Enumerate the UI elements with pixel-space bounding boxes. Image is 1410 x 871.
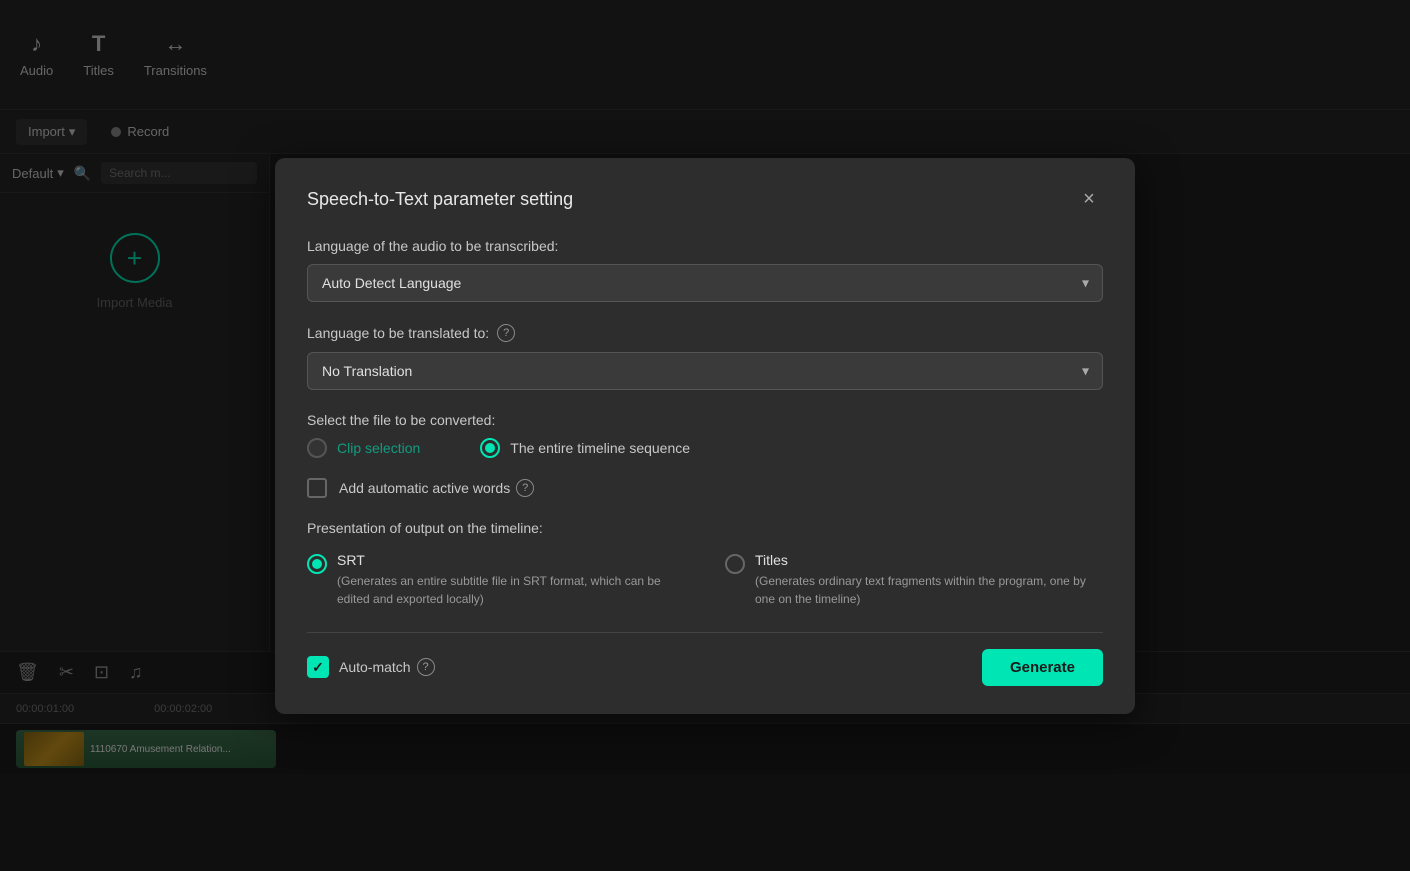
- select-file-label: Select the file to be converted:: [307, 412, 1103, 428]
- titles-radio[interactable]: [725, 554, 745, 574]
- clip-selection-label: Clip selection: [337, 440, 420, 456]
- titles-title: Titles: [755, 552, 1103, 568]
- translate-help-icon[interactable]: ?: [497, 324, 515, 342]
- clip-selection-option[interactable]: Clip selection: [307, 438, 420, 458]
- entire-timeline-label: The entire timeline sequence: [510, 440, 690, 456]
- language-translate-select[interactable]: No Translation: [307, 352, 1103, 390]
- auto-match-row: ✓ Auto-match ?: [307, 656, 435, 678]
- language-transcribe-wrapper: Auto Detect Language ▾: [307, 264, 1103, 302]
- checkmark-icon: ✓: [312, 659, 324, 676]
- entire-timeline-option[interactable]: The entire timeline sequence: [480, 438, 690, 458]
- srt-text: SRT (Generates an entire subtitle file i…: [337, 552, 685, 608]
- auto-match-label: Auto-match ?: [339, 658, 435, 676]
- active-words-checkbox[interactable]: [307, 478, 327, 498]
- speech-to-text-modal: Speech-to-Text parameter setting × Langu…: [275, 158, 1135, 714]
- auto-match-checkbox[interactable]: ✓: [307, 656, 329, 678]
- titles-description: (Generates ordinary text fragments withi…: [755, 572, 1103, 608]
- titles-text: Titles (Generates ordinary text fragment…: [755, 552, 1103, 608]
- output-radio-row: SRT (Generates an entire subtitle file i…: [307, 552, 1103, 608]
- clip-selection-radio[interactable]: [307, 438, 327, 458]
- active-words-label: Add automatic active words ?: [339, 479, 534, 497]
- generate-button[interactable]: Generate: [982, 649, 1103, 686]
- modal-overlay: Speech-to-Text parameter setting × Langu…: [0, 0, 1410, 871]
- modal-footer: ✓ Auto-match ? Generate: [307, 632, 1103, 686]
- generate-label: Generate: [1010, 659, 1075, 676]
- close-icon: ×: [1083, 188, 1095, 211]
- srt-title: SRT: [337, 552, 685, 568]
- active-words-row: Add automatic active words ?: [307, 478, 1103, 498]
- srt-description: (Generates an entire subtitle file in SR…: [337, 572, 685, 608]
- auto-match-help-icon[interactable]: ?: [417, 658, 435, 676]
- titles-option[interactable]: Titles (Generates ordinary text fragment…: [725, 552, 1103, 608]
- language-transcribe-label: Language of the audio to be transcribed:: [307, 238, 1103, 254]
- modal-header: Speech-to-Text parameter setting ×: [307, 186, 1103, 214]
- file-radio-row: Clip selection The entire timeline seque…: [307, 438, 1103, 458]
- presentation-label: Presentation of output on the timeline:: [307, 520, 1103, 536]
- language-translate-label: Language to be translated to:: [307, 325, 489, 341]
- modal-title: Speech-to-Text parameter setting: [307, 189, 573, 210]
- active-words-help-icon[interactable]: ?: [516, 479, 534, 497]
- language-translate-wrapper: No Translation ▾: [307, 352, 1103, 390]
- srt-option[interactable]: SRT (Generates an entire subtitle file i…: [307, 552, 685, 608]
- srt-radio[interactable]: [307, 554, 327, 574]
- modal-close-button[interactable]: ×: [1075, 186, 1103, 214]
- language-transcribe-select[interactable]: Auto Detect Language: [307, 264, 1103, 302]
- entire-timeline-radio[interactable]: [480, 438, 500, 458]
